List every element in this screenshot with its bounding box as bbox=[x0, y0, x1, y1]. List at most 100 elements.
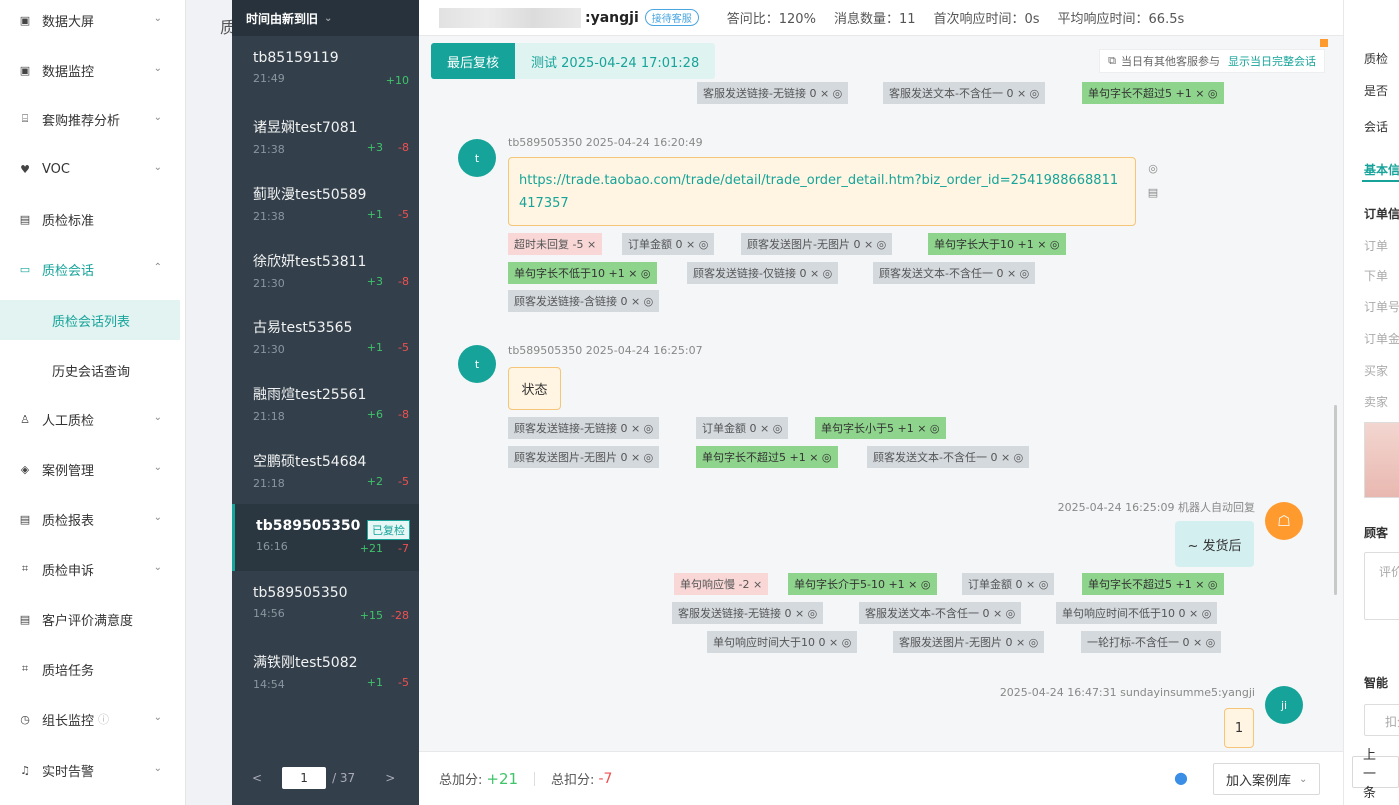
sidebar-item-qc-report[interactable]: ▤ 质检报表 ⌄ bbox=[0, 502, 180, 536]
sidebar-item-data-screen[interactable]: ▣ 数据大屏 ⌄ bbox=[0, 3, 180, 37]
agent-avatar: ji bbox=[1265, 686, 1303, 724]
product-image[interactable] bbox=[1364, 422, 1399, 498]
qc-tag[interactable]: 顾客发送链接-无链接 0 × ◎ bbox=[508, 417, 660, 439]
chart-icon: ⌸ bbox=[21, 112, 29, 125]
qc-tag[interactable]: 顾客发送文本-不含任一 0 × ◎ bbox=[867, 446, 1030, 468]
sidebar-item-bundle-analysis[interactable]: ⌸ 套购推荐分析 ⌄ bbox=[0, 102, 180, 136]
session-name: 诸昱娴test7081 bbox=[253, 120, 358, 136]
session-name: 空鹏硕test54684 bbox=[253, 454, 367, 470]
sidebar-item-manual-qc[interactable]: ♙ 人工质检 ⌄ bbox=[0, 402, 180, 436]
qc-tag[interactable]: 客服发送文本-不含任一 0 × ◎ bbox=[859, 602, 1022, 624]
sidebar-item-leader-monitor[interactable]: ◷ 组长监控 ⓘ ⌄ bbox=[0, 702, 180, 736]
session-name: 古易test53565 bbox=[253, 320, 353, 336]
section-order-info: 订单信 bbox=[1364, 207, 1399, 221]
session-item[interactable]: 诸昱娴test7081 21:38 +3 -8 bbox=[232, 103, 419, 170]
report-icon: ▤ bbox=[19, 512, 31, 526]
session-time: 16:16 bbox=[256, 540, 288, 553]
qc-tag[interactable]: 客服发送文本-不含任一 0 × ◎ bbox=[883, 82, 1046, 104]
qc-tag[interactable]: 顾客发送文本-不含任一 0 × ◎ bbox=[873, 262, 1036, 284]
session-name: 满铁刚test5082 bbox=[253, 655, 358, 671]
qc-tag[interactable]: 顾客发送链接-含链接 0 × ◎ bbox=[508, 290, 660, 312]
session-item[interactable]: 古易test53565 21:30 +1 -5 bbox=[232, 303, 419, 370]
qc-tag[interactable]: 单句字长大于10 +1 × ◎ bbox=[928, 233, 1066, 255]
message-meta: tb589505350 2025-04-24 16:25:07 bbox=[508, 344, 703, 357]
qc-tag[interactable]: 单句字长不超过5 +1 × ◎ bbox=[1082, 573, 1224, 595]
qc-tag[interactable]: 单句响应慢 -2 × bbox=[674, 573, 769, 595]
chevron-down-icon: ⌄ bbox=[153, 712, 162, 723]
case-icon: ◈ bbox=[20, 462, 30, 476]
session-pager: < 1 / 37 > bbox=[232, 751, 419, 805]
sidebar-item-voc[interactable]: ♥ VOC ⌄ bbox=[0, 152, 180, 186]
clock-icon: ◷ bbox=[20, 712, 30, 726]
sidebar-item-qc-standard[interactable]: ▤ 质检标准 bbox=[0, 202, 180, 236]
sidebar-item-training-task[interactable]: ⌗ 质培任务 bbox=[0, 652, 180, 686]
qc-tag[interactable]: 单句字长不低于10 +1 × ◎ bbox=[508, 262, 657, 284]
sidebar-subitem-history-query[interactable]: 历史会话查询 bbox=[0, 350, 180, 390]
session-plus-score: +1 bbox=[366, 341, 383, 354]
tab-basic-info[interactable]: 基本信 bbox=[1364, 161, 1399, 178]
session-item[interactable]: 徐欣妍test53811 21:30 +3 -8 bbox=[232, 237, 419, 304]
session-item[interactable]: tb589505350 14:56 +15 -28 bbox=[232, 571, 419, 638]
detail-field-label: 卖家 bbox=[1364, 395, 1389, 409]
sidebar-item-qc-session[interactable]: ▭ 质检会话 ⌃ bbox=[0, 252, 180, 286]
qc-tag[interactable]: 单句字长不超过5 +1 × ◎ bbox=[696, 446, 838, 468]
sidebar-subitem-session-list[interactable]: 质检会话列表 bbox=[0, 300, 180, 340]
eye-icon[interactable]: ◎ bbox=[1145, 160, 1161, 176]
order-link[interactable]: https://trade.taobao.com/trade/detail/tr… bbox=[519, 169, 1125, 215]
detail-field-label: 订单 bbox=[1364, 239, 1389, 253]
session-item-selected[interactable]: tb589505350 16:16 已复检 +21 -7 bbox=[232, 504, 419, 571]
qc-tag[interactable]: 客服发送图片-无图片 0 × ◎ bbox=[893, 631, 1045, 653]
prev-session-button[interactable]: 上一条 bbox=[1352, 748, 1399, 801]
deduction-select[interactable]: 扣分 bbox=[1364, 704, 1399, 736]
prev-page-button[interactable]: < bbox=[252, 771, 262, 785]
qc-tag[interactable]: 单句字长不超过5 +1 × ◎ bbox=[1082, 82, 1224, 104]
session-item[interactable]: 空鹏硕test54684 21:18 +2 -5 bbox=[232, 437, 419, 504]
add-to-case-button[interactable]: 加入案例库 ⌄ bbox=[1213, 763, 1321, 795]
sidebar-item-satisfaction[interactable]: ▤ 客户评价满意度 bbox=[0, 602, 180, 636]
qc-tag[interactable]: 单句字长小于5 +1 × ◎ bbox=[815, 417, 946, 439]
page-input[interactable]: 1 bbox=[282, 767, 327, 789]
session-item[interactable]: tb85159119 21:49 +10 bbox=[232, 36, 419, 103]
rechecked-badge: 已复检 bbox=[367, 520, 410, 540]
fire-icon[interactable]: ● bbox=[1174, 768, 1188, 787]
qc-tag[interactable]: 订单金额 0 × ◎ bbox=[696, 417, 789, 439]
sidebar-item-data-monitor[interactable]: ▣ 数据监控 ⌄ bbox=[0, 53, 180, 87]
sidebar-item-qc-appeal[interactable]: ⌗ 质检申诉 ⌄ bbox=[0, 552, 180, 586]
qc-tag[interactable]: 客服发送链接-无链接 0 × ◎ bbox=[672, 602, 824, 624]
detail-field-label: 下单 bbox=[1364, 269, 1389, 283]
next-page-button[interactable]: > bbox=[385, 771, 395, 785]
monitor-icon: ▣ bbox=[19, 63, 31, 77]
qc-tag[interactable]: 单句字长介于5-10 +1 × ◎ bbox=[788, 573, 937, 595]
session-name: 徐欣妍test53811 bbox=[253, 254, 367, 270]
agent-role-tag: 接待客服 bbox=[644, 9, 699, 26]
session-item[interactable]: 融雨煊test25561 21:18 +6 -8 bbox=[232, 370, 419, 437]
qc-tag[interactable]: 单句响应时间不低于10 0 × ◎ bbox=[1056, 602, 1218, 624]
qc-tag[interactable]: 订单金额 0 × ◎ bbox=[962, 573, 1055, 595]
last-review-info: 测试 2025-04-24 17:01:28 bbox=[515, 43, 716, 79]
sort-dropdown[interactable]: 时间由新到旧 ⌄ bbox=[232, 0, 419, 36]
qc-tag[interactable]: 超时未回复 -5 × bbox=[508, 233, 603, 255]
message-bubble: https://trade.taobao.com/trade/detail/tr… bbox=[508, 157, 1136, 226]
qc-tag[interactable]: 顾客发送图片-无图片 0 × ◎ bbox=[508, 446, 660, 468]
document-icon: ▤ bbox=[19, 212, 31, 226]
session-item[interactable]: 蓟耿漫test50589 21:38 +1 -5 bbox=[232, 170, 419, 237]
qc-tag[interactable]: 单句响应时间大于10 0 × ◎ bbox=[707, 631, 858, 653]
session-minus-score: -7 bbox=[398, 542, 409, 555]
qc-tag[interactable]: 顾客发送图片-无图片 0 × ◎ bbox=[741, 233, 893, 255]
session-time: 14:54 bbox=[253, 678, 285, 691]
review-input[interactable]: 评价 bbox=[1364, 552, 1399, 620]
sidebar-item-realtime-alert[interactable]: ♫ 实时告警 ⌄ bbox=[0, 753, 180, 787]
session-plus-score: +3 bbox=[366, 275, 383, 288]
qc-tag[interactable]: 订单金额 0 × ◎ bbox=[622, 233, 715, 255]
show-full-session-link[interactable]: 显示当日完整会话 bbox=[1228, 53, 1316, 69]
chevron-down-icon: ⌄ bbox=[153, 512, 162, 523]
qc-tag[interactable]: 顾客发送链接-仅链接 0 × ◎ bbox=[687, 262, 839, 284]
qc-tag[interactable]: 一轮打标-不含任一 0 × ◎ bbox=[1081, 631, 1222, 653]
session-item[interactable]: 满铁刚test5082 14:54 +1 -5 bbox=[232, 638, 419, 705]
session-time: 21:38 bbox=[253, 143, 285, 156]
qc-tag[interactable]: 客服发送链接-无链接 0 × ◎ bbox=[697, 82, 849, 104]
page-total: / 37 bbox=[332, 771, 356, 785]
sidebar-item-case-mgmt[interactable]: ◈ 案例管理 ⌄ bbox=[0, 452, 180, 486]
comment-icon[interactable]: ▤ bbox=[1145, 184, 1161, 200]
chat-scrollbar[interactable] bbox=[1334, 405, 1337, 595]
